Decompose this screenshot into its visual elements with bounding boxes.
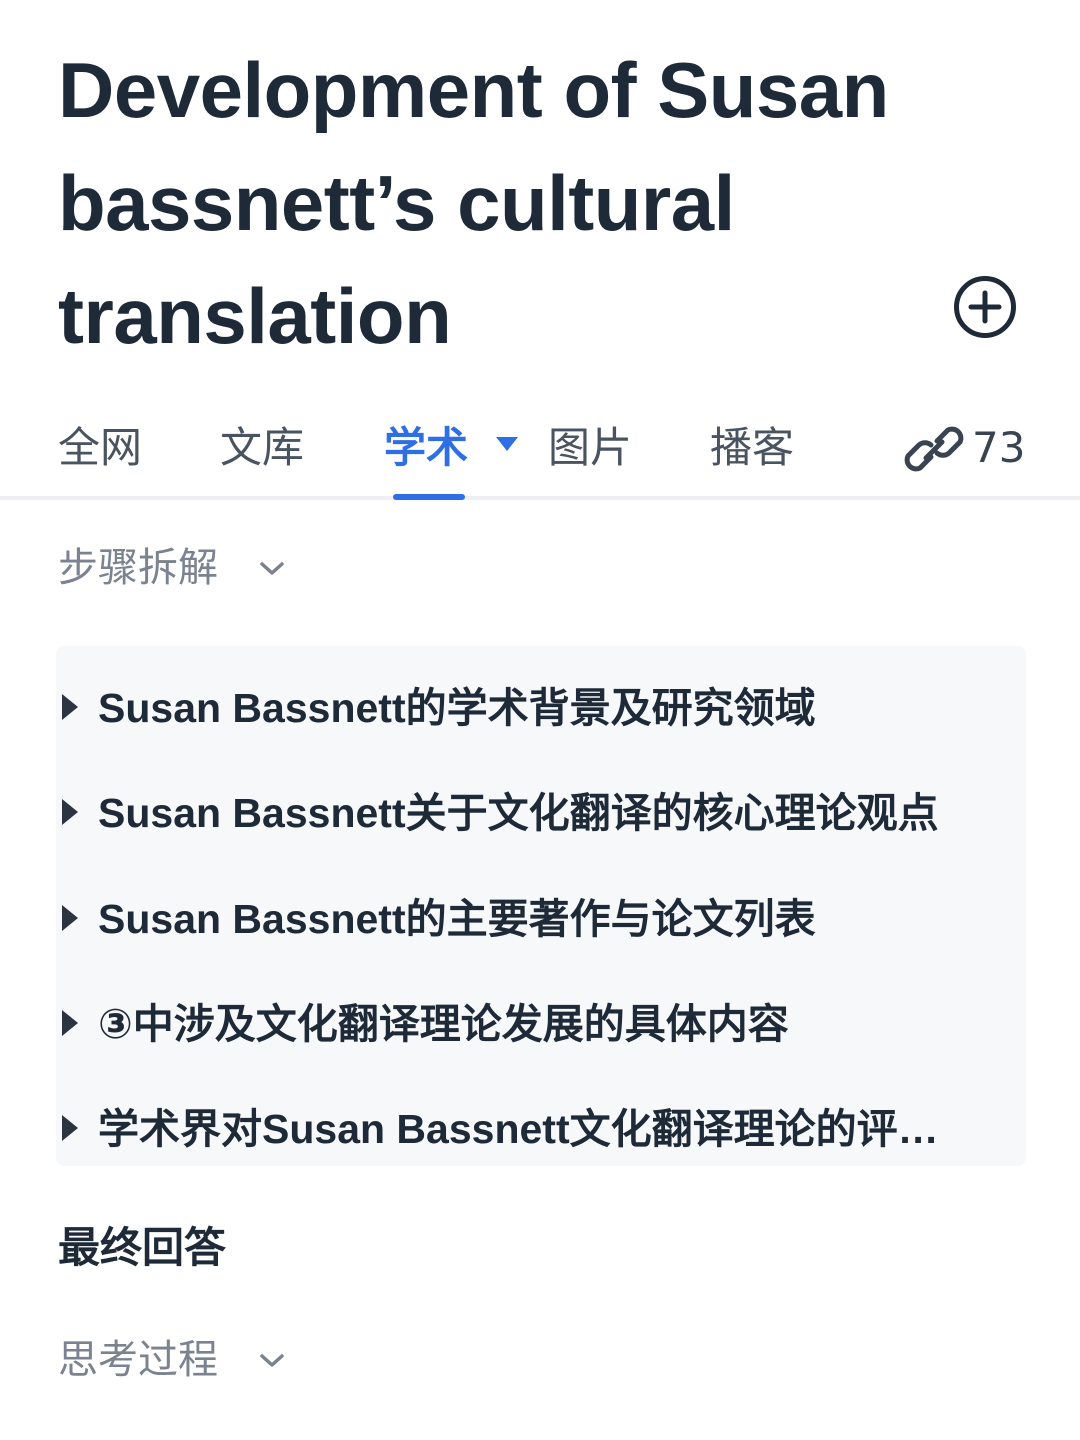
page-title-line-1: Development of Susan xyxy=(58,46,889,134)
step-label: 学术界对Susan Bassnett文化翻译理论的评… xyxy=(98,1106,939,1152)
page: Development of Susan bassnett’s cultural… xyxy=(0,0,1080,1440)
page-title-line-2: bassnett’s cultural xyxy=(58,159,735,247)
triangle-right-icon xyxy=(62,1115,78,1141)
plus-icon xyxy=(968,290,1002,324)
step-item[interactable]: 学术界对Susan Bassnett文化翻译理论的评… xyxy=(56,1089,1026,1169)
page-title-line-3: translation xyxy=(58,272,452,360)
step-label: Susan Bassnett关于文化翻译的核心理论观点 xyxy=(98,790,939,836)
tab-web[interactable]: 全网 xyxy=(58,420,142,476)
step-label: ③中涉及文化翻译理论发展的具体内容 xyxy=(98,1001,789,1047)
triangle-right-icon xyxy=(62,905,78,931)
sources-count: 73 xyxy=(972,423,1026,472)
triangle-right-icon xyxy=(62,1010,78,1036)
triangle-right-icon xyxy=(62,694,78,720)
steps-list: Susan Bassnett的学术背景及研究领域 Susan Bassnett关… xyxy=(56,646,1026,1166)
thinking-section-toggle[interactable]: 思考过程 xyxy=(58,1332,298,1388)
chevron-down-icon xyxy=(260,562,284,575)
final-answer-heading: 最终回答 xyxy=(58,1223,227,1272)
step-item[interactable]: ③中涉及文化翻译理论发展的具体内容 xyxy=(56,984,1026,1064)
caret-down-icon[interactable] xyxy=(496,437,518,451)
tab-library[interactable]: 文库 xyxy=(220,420,304,476)
step-item[interactable]: Susan Bassnett关于文化翻译的核心理论观点 xyxy=(56,773,1026,853)
add-button[interactable] xyxy=(954,276,1016,338)
step-label: Susan Bassnett的主要著作与论文列表 xyxy=(98,896,816,942)
chevron-down-icon xyxy=(260,1354,284,1367)
steps-section-label: 步骤拆解 xyxy=(58,545,218,591)
triangle-right-icon xyxy=(62,799,78,825)
active-tab-indicator xyxy=(393,494,465,500)
tab-academic[interactable]: 学术 xyxy=(384,420,468,476)
link-icon xyxy=(904,426,964,472)
thinking-section-label: 思考过程 xyxy=(58,1337,218,1383)
page-title-block: Development of Susan bassnett’s cultural… xyxy=(58,34,938,373)
step-item[interactable]: Susan Bassnett的主要著作与论文列表 xyxy=(56,879,1026,959)
steps-section-toggle[interactable]: 步骤拆解 xyxy=(58,540,298,596)
step-item[interactable]: Susan Bassnett的学术背景及研究领域 xyxy=(56,668,1026,748)
tab-podcasts[interactable]: 播客 xyxy=(710,420,794,476)
tab-images[interactable]: 图片 xyxy=(548,420,632,476)
step-label: Susan Bassnett的学术背景及研究领域 xyxy=(98,685,816,731)
